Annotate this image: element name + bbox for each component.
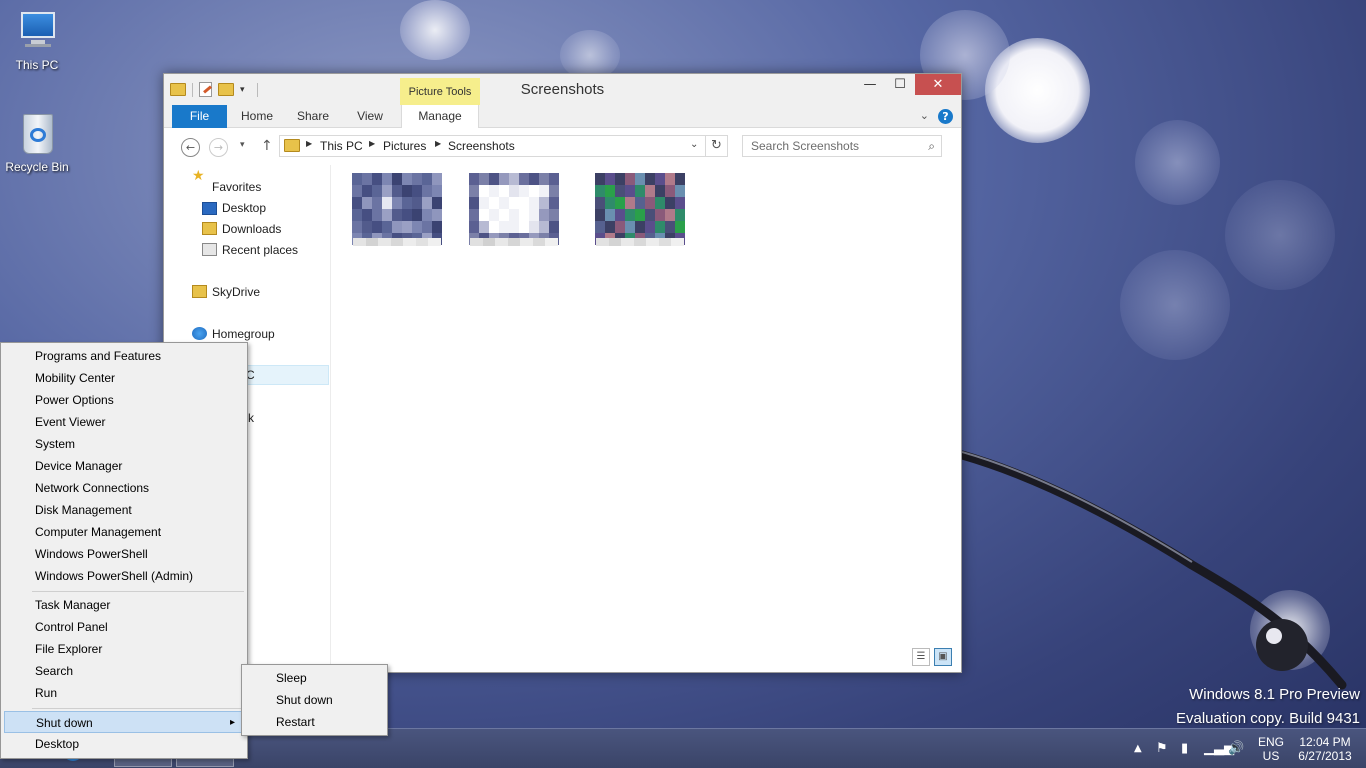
thumbnail-2[interactable]	[469, 173, 559, 245]
desktop-icon-label: This PC	[15, 58, 59, 72]
breadcrumb-separator-icon: ▶	[306, 139, 313, 148]
menu-separator	[32, 708, 244, 709]
skydrive-icon	[192, 285, 207, 298]
menu-item-shut-down[interactable]: Shut down ▸	[4, 711, 244, 733]
show-hidden-icons-icon[interactable]: ▲	[1134, 743, 1142, 754]
input-language-indicator[interactable]: ENG US	[1256, 729, 1286, 768]
menu-item-windows-powershell[interactable]: Windows PowerShell	[4, 543, 244, 565]
star-icon: ★	[192, 168, 205, 184]
thumbnail-2-label	[470, 238, 559, 246]
search-icon[interactable]: ⌕	[928, 139, 935, 154]
address-bar[interactable]: ▶ This PC ▶ Pictures ▶ Screenshots ⌄	[279, 135, 728, 157]
nav-downloads[interactable]: Downloads	[222, 222, 281, 236]
breadcrumb-this-pc[interactable]: This PC	[320, 139, 363, 153]
homegroup-icon	[192, 327, 207, 340]
expand-ribbon-icon[interactable]: ⌄	[920, 109, 929, 122]
close-button[interactable]: ✕	[915, 74, 961, 95]
submenu-item-restart[interactable]: Restart	[245, 711, 385, 733]
volume-icon[interactable]: 🔊	[1228, 741, 1244, 756]
clock-time: 12:04 PM	[1299, 735, 1351, 749]
forward-button[interactable]: →	[209, 138, 228, 157]
menu-item-network-connections[interactable]: Network Connections	[4, 477, 244, 499]
address-row: ← → ▾ ↑ ▶ This PC ▶ Pictures ▶ Screensho…	[164, 129, 961, 165]
watermark-line-2: Evaluation copy. Build 9431	[1175, 710, 1360, 727]
breadcrumb-screenshots[interactable]: Screenshots	[448, 139, 515, 153]
recent-places-icon	[202, 243, 217, 256]
recent-locations-icon[interactable]: ▾	[240, 140, 245, 150]
menu-item-device-manager[interactable]: Device Manager	[4, 455, 244, 477]
up-button[interactable]: ↑	[261, 138, 273, 154]
clock-date: 6/27/2013	[1298, 749, 1352, 763]
breadcrumb-pictures[interactable]: Pictures	[383, 139, 426, 153]
menu-item-computer-management[interactable]: Computer Management	[4, 521, 244, 543]
breadcrumb-separator-icon: ▶	[435, 139, 442, 148]
refresh-button[interactable]: ↻	[705, 135, 728, 157]
menu-item-desktop[interactable]: Desktop	[4, 733, 244, 755]
power-user-menu: Programs and Features Mobility Center Po…	[0, 342, 248, 759]
battery-icon[interactable]: ▮	[1181, 741, 1188, 756]
menu-item-event-viewer[interactable]: Event Viewer	[4, 411, 244, 433]
thumbnail-1-label	[353, 238, 442, 246]
address-dropdown-icon[interactable]: ⌄	[690, 139, 698, 150]
file-list: ☰ ▣	[332, 165, 962, 674]
maximize-button[interactable]: ☐	[885, 74, 915, 95]
file-explorer-window[interactable]: ▾ Picture Tools Screenshots — ☐ ✕ File H…	[163, 73, 962, 674]
help-icon[interactable]: ?	[938, 109, 953, 124]
thumbnail-3-label	[596, 238, 685, 246]
menu-item-task-manager[interactable]: Task Manager	[4, 594, 244, 616]
menu-separator	[32, 591, 244, 592]
breadcrumb-separator-icon: ▶	[369, 139, 376, 148]
monitor-icon	[15, 10, 59, 54]
menu-item-power-options[interactable]: Power Options	[4, 389, 244, 411]
tab-home[interactable]: Home	[234, 105, 280, 128]
desktop-icon	[202, 202, 217, 215]
menu-item-control-panel[interactable]: Control Panel	[4, 616, 244, 638]
menu-item-file-explorer[interactable]: File Explorer	[4, 638, 244, 660]
menu-item-run[interactable]: Run	[4, 682, 244, 704]
minimize-button[interactable]: —	[855, 74, 885, 95]
submenu-arrow-icon: ▸	[229, 717, 235, 728]
menu-item-programs-and-features[interactable]: Programs and Features	[4, 345, 244, 367]
thumbnail-1[interactable]	[352, 173, 442, 245]
wallpaper-branch	[962, 450, 1347, 690]
menu-item-search[interactable]: Search	[4, 660, 244, 682]
ribbon-tabs: File Home Share View Manage ⌄ ?	[164, 105, 961, 128]
back-button[interactable]: ←	[181, 138, 200, 157]
action-center-flag-icon[interactable]: ⚑	[1156, 741, 1168, 756]
recycle-bin-icon	[15, 112, 59, 156]
tab-share[interactable]: Share	[290, 105, 336, 128]
desktop-icon-label: Recycle Bin	[5, 160, 69, 174]
tab-view[interactable]: View	[347, 105, 393, 128]
submenu-item-shut-down[interactable]: Shut down	[245, 689, 385, 711]
nav-homegroup[interactable]: Homegroup	[212, 327, 275, 341]
nav-recent-places[interactable]: Recent places	[222, 243, 298, 257]
search-placeholder: Search Screenshots	[751, 139, 860, 153]
clock[interactable]: 12:04 PM 6/27/2013	[1294, 729, 1356, 768]
menu-item-disk-management[interactable]: Disk Management	[4, 499, 244, 521]
region-label: US	[1262, 749, 1280, 763]
menu-item-mobility-center[interactable]: Mobility Center	[4, 367, 244, 389]
details-view-button[interactable]: ☰	[912, 648, 930, 666]
watermark-line-1: Windows 8.1 Pro Preview	[1189, 686, 1360, 703]
nav-desktop[interactable]: Desktop	[222, 201, 266, 215]
thumbnail-3[interactable]	[595, 173, 685, 245]
title-bar[interactable]: ▾ Picture Tools Screenshots — ☐ ✕	[164, 74, 961, 105]
menu-item-windows-powershell-admin[interactable]: Windows PowerShell (Admin)	[4, 565, 244, 587]
folder-icon	[284, 139, 300, 152]
downloads-icon	[202, 222, 217, 235]
desktop-icon-this-pc[interactable]: This PC	[0, 10, 77, 72]
desktop-icon-recycle-bin[interactable]: Recycle Bin	[0, 112, 77, 174]
language-label: ENG	[1257, 735, 1284, 749]
tab-file[interactable]: File	[172, 105, 227, 128]
window-title: Screenshots	[520, 81, 605, 98]
large-icons-view-button[interactable]: ▣	[934, 648, 952, 666]
search-input[interactable]: Search Screenshots ⌕	[742, 135, 942, 157]
nav-favorites[interactable]: Favorites	[212, 180, 261, 194]
menu-item-system[interactable]: System	[4, 433, 244, 455]
shut-down-submenu: Sleep Shut down Restart	[241, 664, 388, 736]
submenu-item-sleep[interactable]: Sleep	[245, 667, 385, 689]
nav-skydrive[interactable]: SkyDrive	[212, 285, 260, 299]
menu-item-shut-down-label: Shut down	[36, 716, 93, 730]
tab-manage[interactable]: Manage	[401, 105, 479, 128]
